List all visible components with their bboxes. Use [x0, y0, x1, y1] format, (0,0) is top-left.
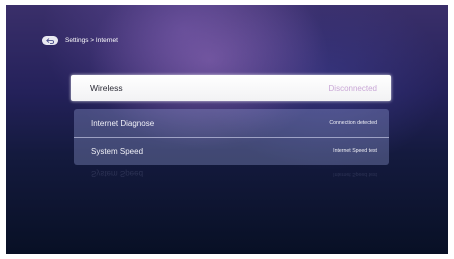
reflection-label: System Speed	[91, 169, 144, 179]
network-options-group: Internet Diagnose Connection detected Sy…	[74, 109, 389, 165]
system-speed-reflection: System Speed Internet Speed test	[74, 167, 389, 181]
back-button[interactable]	[42, 36, 58, 45]
breadcrumb: Settings > Internet	[42, 36, 118, 45]
internet-diagnose-status: Connection detected	[329, 120, 377, 126]
wireless-row[interactable]: Wireless Disconnected	[71, 75, 391, 101]
internet-diagnose-row[interactable]: Internet Diagnose Connection detected	[74, 109, 389, 137]
reflection-status: Internet Speed test	[333, 171, 377, 177]
system-speed-row[interactable]: System Speed Internet Speed test	[74, 137, 389, 165]
wireless-label: Wireless	[90, 83, 123, 93]
system-speed-status: Internet Speed test	[333, 148, 377, 154]
settings-screen: Settings > Internet Wireless Disconnecte…	[6, 5, 448, 254]
internet-diagnose-label: Internet Diagnose	[91, 118, 155, 128]
back-arrow-icon	[45, 37, 54, 44]
wireless-status: Disconnected	[328, 83, 377, 93]
breadcrumb-text: Settings > Internet	[65, 37, 118, 44]
system-speed-label: System Speed	[91, 146, 144, 156]
